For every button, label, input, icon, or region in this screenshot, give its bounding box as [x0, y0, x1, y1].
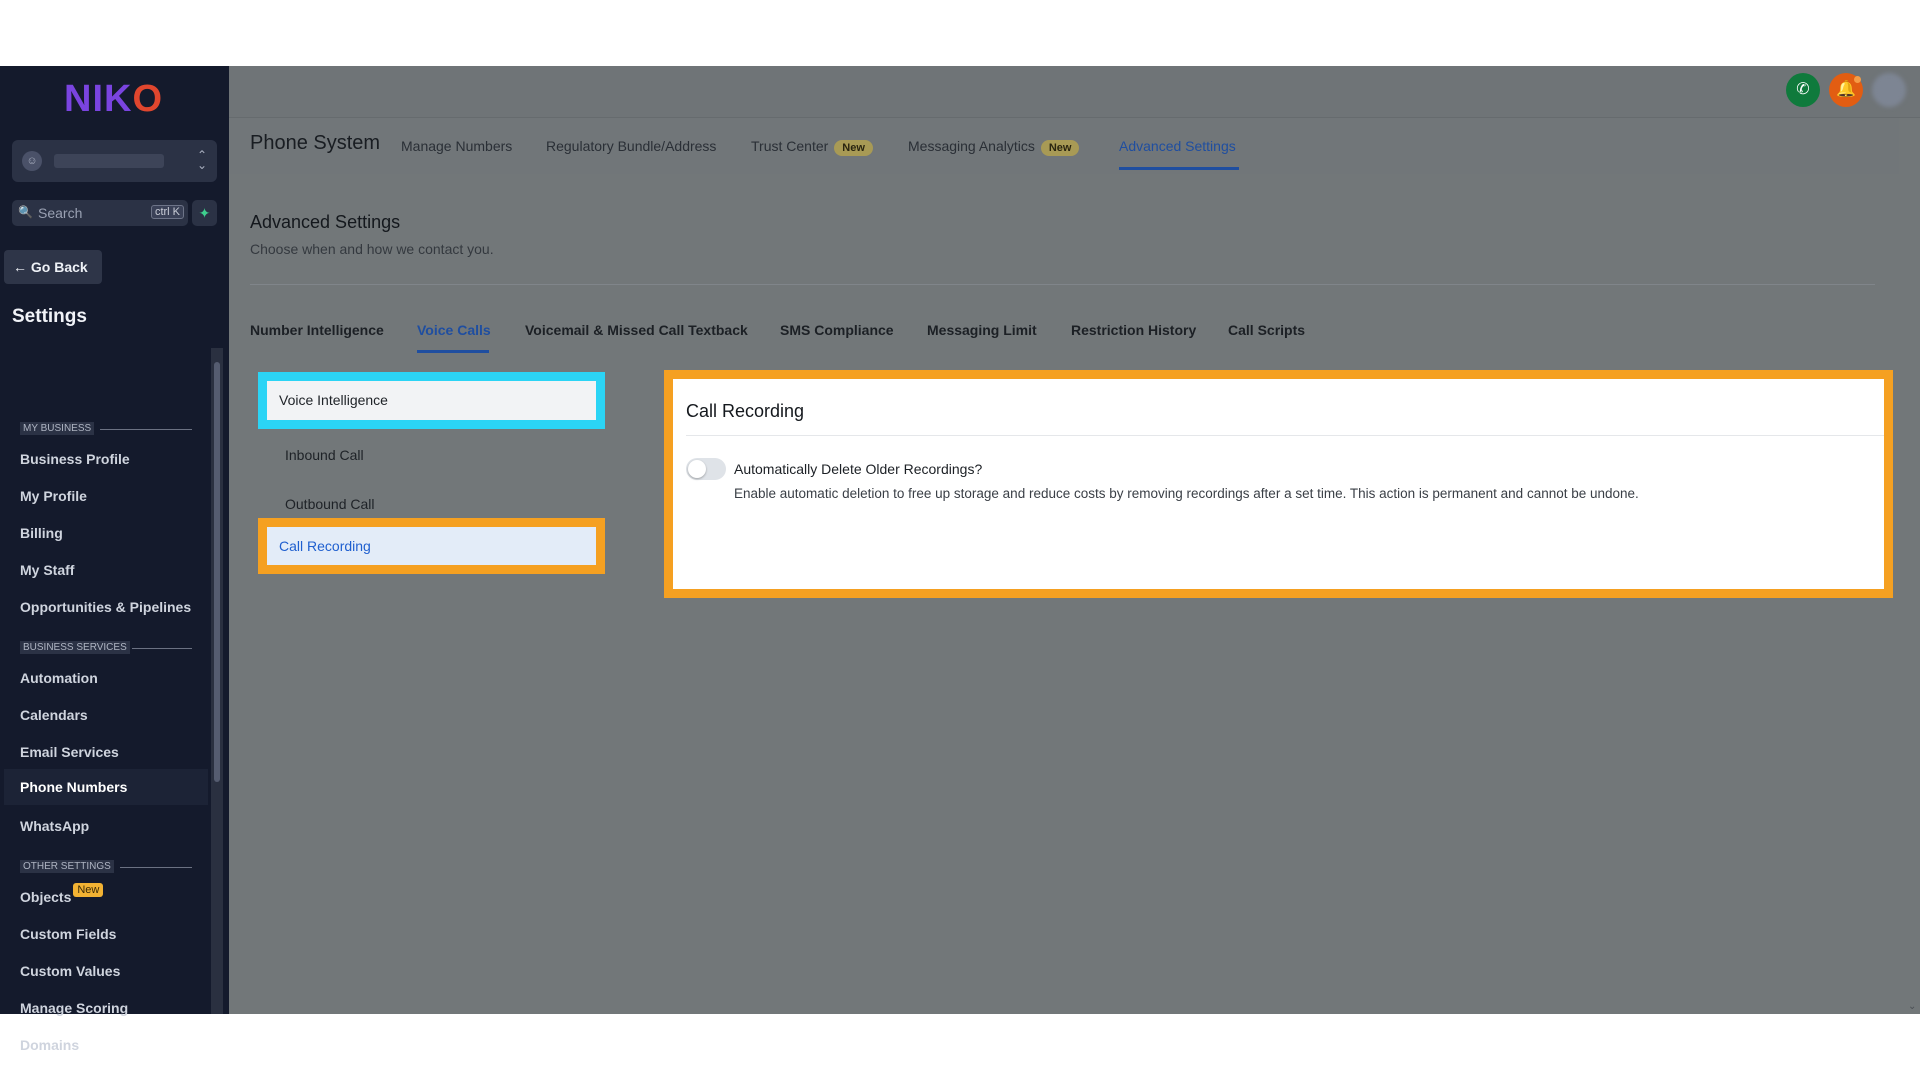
auto-delete-label: Automatically Delete Older Recordings? — [734, 461, 983, 477]
sidebar-item-my-profile[interactable]: My Profile — [20, 488, 87, 504]
user-avatar[interactable] — [1872, 73, 1906, 107]
panel-title: Call Recording — [686, 401, 805, 421]
app-logo[interactable]: NIKO — [64, 78, 163, 121]
menu-call-recording[interactable]: Call Recording — [258, 518, 605, 574]
auto-delete-toggle[interactable] — [686, 458, 726, 480]
tab-regulatory-bundle[interactable]: Regulatory Bundle/Address — [546, 138, 716, 154]
chevron-down-icon: ⌄ — [1908, 1001, 1917, 1012]
section-divider — [100, 429, 192, 430]
notification-dot — [1854, 76, 1861, 83]
tab-restriction-history[interactable]: Restriction History — [1071, 322, 1196, 338]
settings-title: Settings — [12, 306, 87, 327]
page-title: Phone System — [250, 132, 381, 154]
ai-sparkle-button[interactable]: ✦ — [192, 200, 217, 226]
phone-system-header: Phone System Manage Numbers Regulatory B… — [229, 118, 1899, 174]
section-subtitle: Choose when and how we contact you. — [250, 241, 494, 257]
sidebar-item-opportunities[interactable]: Opportunities & Pipelines — [20, 599, 191, 615]
sidebar-item-whatsapp[interactable]: WhatsApp — [20, 818, 89, 834]
sparkle-icon: ✦ — [198, 205, 211, 221]
section-business-services: BUSINESS SERVICES — [20, 641, 130, 654]
tab-trust-center[interactable]: Trust Center New — [751, 138, 873, 156]
sidebar-item-objects-label: Objects — [20, 889, 72, 905]
search-placeholder: Search — [38, 205, 83, 221]
active-tab-indicator — [1119, 167, 1239, 170]
go-back-label: Go Back — [30, 259, 88, 275]
sidebar-item-custom-fields[interactable]: Custom Fields — [20, 926, 116, 942]
sidebar: NIKO ☺ ⌃ ⌄ 🔍 Search ctrl K ✦ ← Go Back Se… — [0, 66, 229, 1053]
sidebar-item-automation[interactable]: Automation — [20, 670, 98, 686]
sidebar-item-objects[interactable]: Objects New — [20, 883, 104, 905]
sidebar-scrollbar-thumb[interactable] — [214, 362, 220, 782]
sidebar-item-custom-values[interactable]: Custom Values — [20, 963, 120, 979]
tab-sms-compliance[interactable]: SMS Compliance — [780, 322, 894, 338]
logo-text: NIKO — [64, 78, 164, 120]
bell-icon[interactable]: 🔔 — [1829, 73, 1863, 107]
tab-advanced-settings[interactable]: Advanced Settings — [1119, 138, 1236, 154]
call-recording-panel: Call Recording Automatically Delete Olde… — [664, 370, 1893, 598]
tab-voicemail[interactable]: Voicemail & Missed Call Textback — [525, 322, 748, 338]
main-scrollbar[interactable]: ⌄ — [1905, 174, 1920, 1014]
sidebar-item-business-profile[interactable]: Business Profile — [20, 451, 130, 467]
arrow-left-icon: ← — [13, 259, 27, 275]
tab-messaging-analytics-label: Messaging Analytics — [908, 138, 1035, 154]
tab-call-scripts[interactable]: Call Scripts — [1228, 322, 1305, 338]
tab-voice-calls[interactable]: Voice Calls — [417, 322, 491, 338]
sidebar-nav: MY BUSINESS Business Profile My Profile … — [0, 340, 229, 1053]
new-badge: New — [1040, 140, 1080, 156]
person-icon: ☺ — [22, 151, 42, 171]
search-shortcut: ctrl K — [150, 205, 184, 219]
tab-trust-center-label: Trust Center — [751, 138, 829, 154]
main-content: ✆ 🔔 Phone System Manage Numbers Regulato… — [229, 66, 1920, 1014]
search-input[interactable]: 🔍 Search ctrl K — [12, 200, 188, 226]
new-badge: New — [834, 140, 873, 156]
sidebar-item-billing[interactable]: Billing — [20, 525, 63, 541]
section-divider — [120, 867, 192, 868]
toggle-knob — [688, 460, 706, 478]
section-title: Advanced Settings — [250, 212, 401, 232]
section-my-business: MY BUSINESS — [20, 422, 95, 435]
auto-delete-description: Enable automatic deletion to free up sto… — [734, 486, 1639, 501]
search-icon: 🔍 — [18, 205, 33, 219]
go-back-button[interactable]: ← Go Back — [4, 250, 102, 284]
sidebar-item-email-services[interactable]: Email Services — [20, 744, 119, 760]
sidebar-item-my-staff[interactable]: My Staff — [20, 562, 74, 578]
panel-divider — [686, 435, 1884, 436]
sidebar-item-calendars[interactable]: Calendars — [20, 707, 88, 723]
section-other-settings: OTHER SETTINGS — [20, 860, 114, 873]
tab-messaging-limit[interactable]: Messaging Limit — [927, 322, 1037, 338]
tab-manage-numbers[interactable]: Manage Numbers — [401, 138, 512, 154]
top-bar: ✆ 🔔 — [229, 66, 1920, 118]
menu-inbound-call[interactable]: Inbound Call — [258, 432, 598, 478]
divider — [250, 284, 1875, 285]
menu-voice-intelligence[interactable]: Voice Intelligence — [258, 372, 605, 429]
new-badge: New — [73, 883, 104, 897]
tab-number-intelligence[interactable]: Number Intelligence — [250, 322, 384, 338]
chevron-updown-icon: ⌃ ⌄ — [196, 148, 207, 172]
account-switcher[interactable]: ☺ ⌃ ⌄ — [12, 140, 217, 182]
section-divider — [132, 648, 192, 649]
sidebar-item-manage-scoring[interactable]: Manage Scoring — [20, 1000, 128, 1016]
sidebar-item-domains[interactable]: Domains — [20, 1037, 79, 1053]
active-tab-indicator — [417, 350, 489, 353]
account-name-redacted — [54, 154, 164, 168]
sidebar-item-phone-numbers[interactable]: Phone Numbers — [4, 769, 208, 805]
tab-messaging-analytics[interactable]: Messaging Analytics New — [908, 138, 1080, 156]
phone-icon[interactable]: ✆ — [1786, 73, 1820, 107]
